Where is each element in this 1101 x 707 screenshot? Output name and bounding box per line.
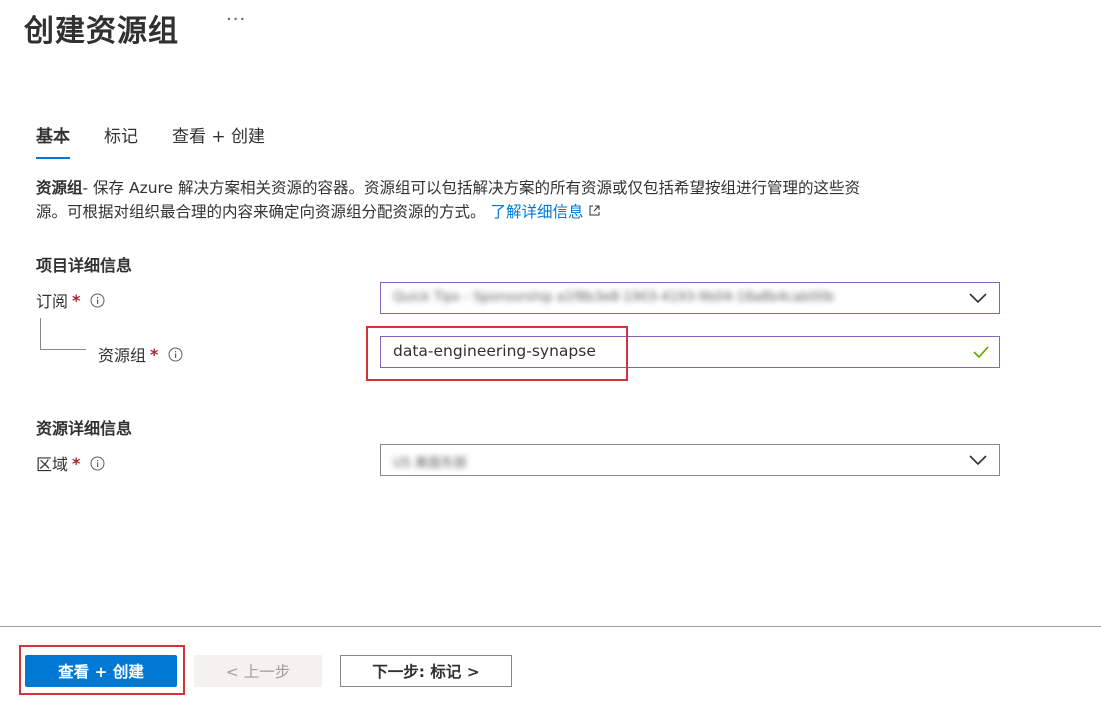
description-term: 资源组	[36, 179, 83, 197]
required-asterisk: *	[150, 344, 159, 364]
tab-basics[interactable]: 基本	[36, 122, 70, 159]
resource-details-heading: 资源详细信息	[36, 419, 133, 438]
info-icon[interactable]	[168, 347, 183, 362]
description: 资源组- 保存 Azure 解决方案相关资源的容器。资源组可以包括解决方案的所有…	[36, 176, 996, 224]
region-dropdown[interactable]: US 美国东部	[380, 444, 1000, 476]
tree-connector-vertical	[40, 318, 41, 350]
chevron-down-icon	[969, 455, 987, 466]
subscription-dropdown[interactable]: Quick Tips - Sponsorship a1f8b3e8-1903-4…	[380, 282, 1000, 314]
region-label: 区域	[36, 455, 69, 474]
description-text-2: 源。可根据对组织最合理的内容来确定向资源组分配资源的方式。	[36, 203, 486, 221]
page-title: 创建资源组	[24, 14, 179, 49]
footer-divider	[0, 626, 1101, 627]
subscription-label: 订阅	[36, 292, 69, 311]
highlight-box-resource-group	[366, 326, 628, 381]
tab-review-create[interactable]: 查看 + 创建	[172, 122, 265, 159]
next-tags-button[interactable]: 下一步: 标记 >	[340, 655, 512, 687]
required-asterisk: *	[72, 290, 81, 310]
subscription-value: Quick Tips - Sponsorship a1f8b3e8-1903-4…	[393, 290, 835, 305]
learn-more-link[interactable]: 了解详细信息	[490, 203, 600, 221]
resource-group-label: 资源组	[98, 346, 147, 365]
highlight-box-review-create	[19, 645, 185, 695]
learn-more-label: 了解详细信息	[490, 203, 584, 221]
tab-bar: 基本 标记 查看 + 创建	[36, 122, 299, 159]
checkmark-icon	[973, 346, 989, 359]
region-value: US 美国东部	[393, 456, 467, 471]
subscription-label-row: 订阅 *	[36, 288, 105, 312]
project-details-heading: 项目详细信息	[36, 256, 133, 275]
region-label-row: 区域 *	[36, 451, 105, 475]
tree-connector-horizontal	[40, 349, 86, 350]
tab-tags[interactable]: 标记	[104, 122, 138, 159]
resource-group-label-row: 资源组 *	[98, 342, 183, 366]
more-options-button[interactable]: ···	[226, 9, 246, 30]
previous-button[interactable]: < 上一步	[194, 655, 322, 687]
chevron-down-icon	[969, 293, 987, 304]
description-text-1: - 保存 Azure 解决方案相关资源的容器。资源组可以包括解决方案的所有资源或…	[82, 179, 861, 197]
required-asterisk: *	[72, 453, 81, 473]
external-link-icon	[589, 205, 600, 216]
info-icon[interactable]	[90, 456, 105, 471]
info-icon[interactable]	[90, 293, 105, 308]
